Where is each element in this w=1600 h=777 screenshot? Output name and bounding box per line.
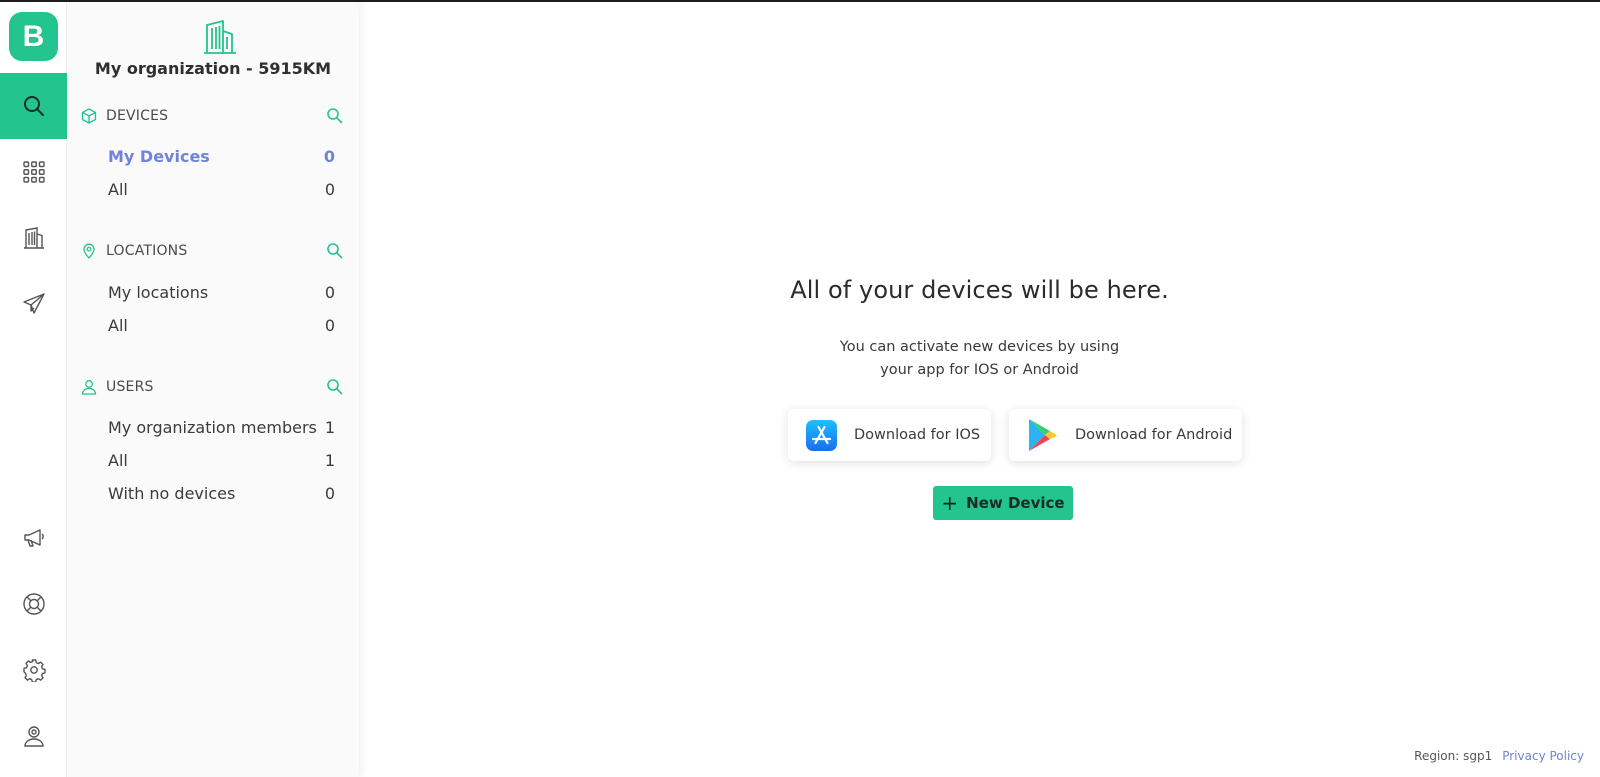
sidebar-item-count: 0 <box>324 483 335 503</box>
organization-name[interactable]: My organization - 5915KM <box>67 59 359 78</box>
sidebar: My organization - 5915KM DEVICES My Devi… <box>67 2 359 777</box>
sidebar-item-count: 1 <box>324 417 335 437</box>
users-section-title: USERS <box>106 379 154 395</box>
rail-search-button[interactable] <box>0 73 67 139</box>
empty-state-subline-2: your app for IOS or Android <box>880 362 1079 378</box>
empty-state-subline-1: You can activate new devices by using <box>839 339 1120 355</box>
lifebuoy-icon <box>22 593 45 615</box>
sidebar-item-all-devices[interactable]: All 0 <box>108 176 335 202</box>
new-device-button[interactable]: + New Device <box>933 486 1073 520</box>
cube-icon <box>81 108 97 124</box>
apps-grid-icon <box>22 161 45 183</box>
new-device-label: New Device <box>966 494 1065 512</box>
sidebar-item-all-users[interactable]: All 1 <box>108 447 335 473</box>
devices-section-title: DEVICES <box>106 108 169 124</box>
region-label: Region: sgp1 <box>1414 749 1493 763</box>
locations-section-header: LOCATIONS <box>81 241 343 261</box>
rail-settings-button[interactable] <box>0 637 67 703</box>
location-pin-icon <box>83 243 95 259</box>
icon-rail: B <box>0 2 67 777</box>
organization-building-icon <box>204 20 236 54</box>
download-ios-button[interactable]: Download for IOS <box>788 409 991 461</box>
paper-plane-icon <box>22 293 45 314</box>
rail-organizations-button[interactable] <box>0 205 67 271</box>
gear-icon <box>22 659 46 682</box>
google-play-icon <box>1029 419 1057 451</box>
rail-messages-button[interactable] <box>0 271 67 337</box>
sidebar-item-label: With no devices <box>108 483 236 503</box>
locations-search-icon[interactable] <box>326 242 343 259</box>
sidebar-item-label: My organization members <box>108 417 317 437</box>
megaphone-icon <box>23 529 44 547</box>
footer: Region: sgp1 Privacy Policy <box>1414 749 1584 763</box>
locations-section-title: LOCATIONS <box>106 243 188 259</box>
download-android-label: Download for Android <box>1075 427 1233 443</box>
sidebar-item-users-no-devices[interactable]: With no devices 0 <box>108 480 335 506</box>
rail-announcements-button[interactable] <box>0 505 67 571</box>
sidebar-item-label: All <box>108 450 128 470</box>
empty-state-headline: All of your devices will be here. <box>790 276 1169 304</box>
sidebar-item-my-devices[interactable]: My Devices 0 <box>108 143 335 169</box>
devices-search-icon[interactable] <box>326 107 343 124</box>
rail-profile-button[interactable] <box>0 703 67 769</box>
sidebar-item-all-locations[interactable]: All 0 <box>108 312 335 338</box>
main-content: All of your devices will be here. You ca… <box>359 2 1600 777</box>
sidebar-item-label: All <box>108 179 128 199</box>
plus-icon: + <box>941 491 959 515</box>
users-section-header: USERS <box>81 377 343 397</box>
sidebar-item-label: My Devices <box>108 146 210 166</box>
sidebar-item-count: 0 <box>324 282 335 302</box>
users-search-icon[interactable] <box>326 378 343 395</box>
sidebar-item-count: 0 <box>324 179 335 199</box>
rail-help-button[interactable] <box>0 571 67 637</box>
sidebar-item-label: My locations <box>108 282 209 302</box>
sidebar-item-count: 0 <box>324 315 335 335</box>
user-profile-icon <box>23 726 44 747</box>
user-icon <box>81 380 97 395</box>
download-ios-label: Download for IOS <box>854 427 981 443</box>
sidebar-item-organization-members[interactable]: My organization members 1 <box>108 414 335 440</box>
search-icon <box>23 96 44 116</box>
download-android-button[interactable]: Download for Android <box>1009 409 1242 461</box>
building-icon <box>23 227 44 249</box>
sidebar-item-my-locations[interactable]: My locations 0 <box>108 279 335 305</box>
app-store-icon <box>806 419 837 451</box>
sidebar-item-label: All <box>108 315 128 335</box>
app-logo[interactable]: B <box>9 12 58 61</box>
sidebar-item-count: 1 <box>324 450 335 470</box>
privacy-policy-link[interactable]: Privacy Policy <box>1502 749 1584 763</box>
devices-section-header: DEVICES <box>81 106 343 126</box>
rail-apps-button[interactable] <box>0 139 67 205</box>
sidebar-item-count: 0 <box>323 146 335 166</box>
